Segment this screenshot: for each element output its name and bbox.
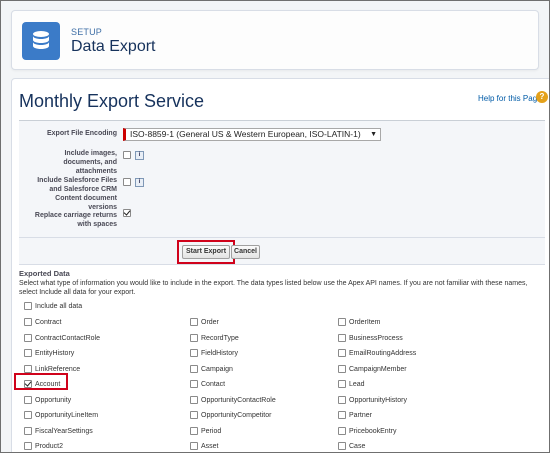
object-label: OpportunityLineItem	[35, 412, 99, 419]
object-label: Campaign	[201, 365, 233, 373]
object-label: Lead	[349, 381, 365, 388]
object-label: Asset	[201, 443, 219, 450]
object-checkbox[interactable]	[190, 380, 198, 388]
object-checkbox[interactable]	[190, 395, 198, 404]
dropdown-arrow-icon: ▼	[370, 131, 377, 138]
highlight-box	[177, 240, 235, 264]
object-checkbox[interactable]	[190, 411, 198, 419]
object-checkbox[interactable]	[338, 349, 346, 357]
object-checkbox[interactable]	[190, 426, 198, 435]
carriage-label: Replace carriage returns with spaces	[34, 212, 117, 228]
encoding-value: ISO-8859-1 (General US & Western Europea…	[130, 129, 361, 139]
help-link[interactable]: Help for this Page	[478, 94, 542, 103]
header-title: Data Export	[71, 38, 156, 55]
object-checkbox[interactable]	[190, 364, 198, 373]
main-card: Monthly Export Service Help for this Pag…	[11, 78, 549, 452]
object-checkbox[interactable]	[24, 426, 32, 435]
highlight-box	[14, 373, 68, 390]
database-icon	[22, 22, 60, 60]
object-checkbox[interactable]	[338, 333, 346, 342]
object-label: OpportunityContactRole	[201, 396, 276, 404]
button-bar: Start Export Cancel	[19, 237, 545, 265]
object-label: OrderItem	[349, 319, 381, 326]
object-checkbox[interactable]	[338, 395, 346, 404]
cancel-button[interactable]: Cancel	[231, 245, 260, 259]
object-checkbox[interactable]	[24, 395, 32, 404]
object-label: Opportunity	[35, 396, 72, 404]
object-label: OpportunityHistory	[349, 396, 407, 404]
object-checkbox[interactable]	[338, 380, 346, 388]
object-checkbox[interactable]	[338, 411, 346, 419]
encoding-label: Export File Encoding	[46, 130, 117, 137]
object-label: ContractContactRole	[35, 334, 100, 342]
object-label: Product2	[35, 443, 64, 450]
object-checkbox[interactable]	[338, 364, 346, 373]
object-checkbox[interactable]	[24, 364, 32, 373]
object-checkbox[interactable]	[338, 442, 346, 450]
include-all-label: Include all data	[35, 303, 83, 310]
object-checkbox[interactable]	[338, 426, 346, 435]
help-icon[interactable]: ?	[536, 91, 548, 103]
exported-data-description: Select what type of information you woul…	[19, 280, 528, 296]
images-label: Include images, documents, and attachmen…	[63, 150, 117, 175]
object-checkbox[interactable]	[24, 318, 32, 326]
object-label: Contract	[35, 319, 62, 326]
export-options-form: Export File Encoding ISO-8859-1 (General…	[19, 121, 545, 237]
object-checkbox[interactable]	[190, 442, 198, 450]
sf-files-checkbox[interactable]	[123, 178, 131, 186]
object-checkbox[interactable]	[338, 318, 346, 326]
object-checkbox[interactable]	[24, 333, 32, 342]
exported-data-title: Exported Data	[19, 269, 70, 278]
sf-files-label: Include Salesforce Files and Salesforce …	[37, 177, 117, 211]
header-subtitle: SETUP	[71, 27, 103, 37]
info-icon[interactable]: i	[135, 178, 144, 187]
object-label: LinkReference	[35, 365, 81, 373]
carriage-checkbox[interactable]	[123, 209, 131, 217]
object-checkbox[interactable]	[190, 349, 198, 357]
object-label: BusinessProcess	[349, 334, 403, 342]
app-frame: SETUP Data Export Monthly Export Service…	[0, 0, 550, 453]
object-label: OpportunityCompetitor	[201, 412, 272, 419]
object-label: EmailRoutingAddress	[349, 350, 417, 357]
page-title: Monthly Export Service	[19, 91, 205, 111]
object-label: Partner	[349, 412, 372, 419]
object-label: RecordType	[201, 334, 239, 342]
object-checkbox[interactable]	[24, 442, 32, 450]
object-label: FiscalYearSettings	[35, 427, 93, 435]
object-label: Period	[201, 427, 222, 435]
object-label: Case	[349, 443, 366, 450]
include-all-checkbox[interactable]	[24, 302, 32, 310]
object-label: Contact	[201, 381, 226, 388]
object-label: EntityHistory	[35, 350, 75, 357]
info-icon[interactable]: i	[135, 151, 144, 160]
object-checkbox[interactable]	[190, 333, 198, 342]
object-checkbox[interactable]	[24, 349, 32, 357]
object-checkbox[interactable]	[190, 318, 198, 326]
object-label: FieldHistory	[201, 350, 238, 357]
encoding-select[interactable]: ISO-8859-1 (General US & Western Europea…	[123, 128, 381, 141]
images-checkbox[interactable]	[123, 151, 131, 159]
object-label: PricebookEntry	[349, 427, 397, 435]
object-label: Order	[201, 319, 219, 326]
object-label: CampaignMember	[349, 365, 407, 373]
object-checkbox[interactable]	[24, 411, 32, 419]
setup-header: SETUP Data Export	[11, 10, 539, 70]
